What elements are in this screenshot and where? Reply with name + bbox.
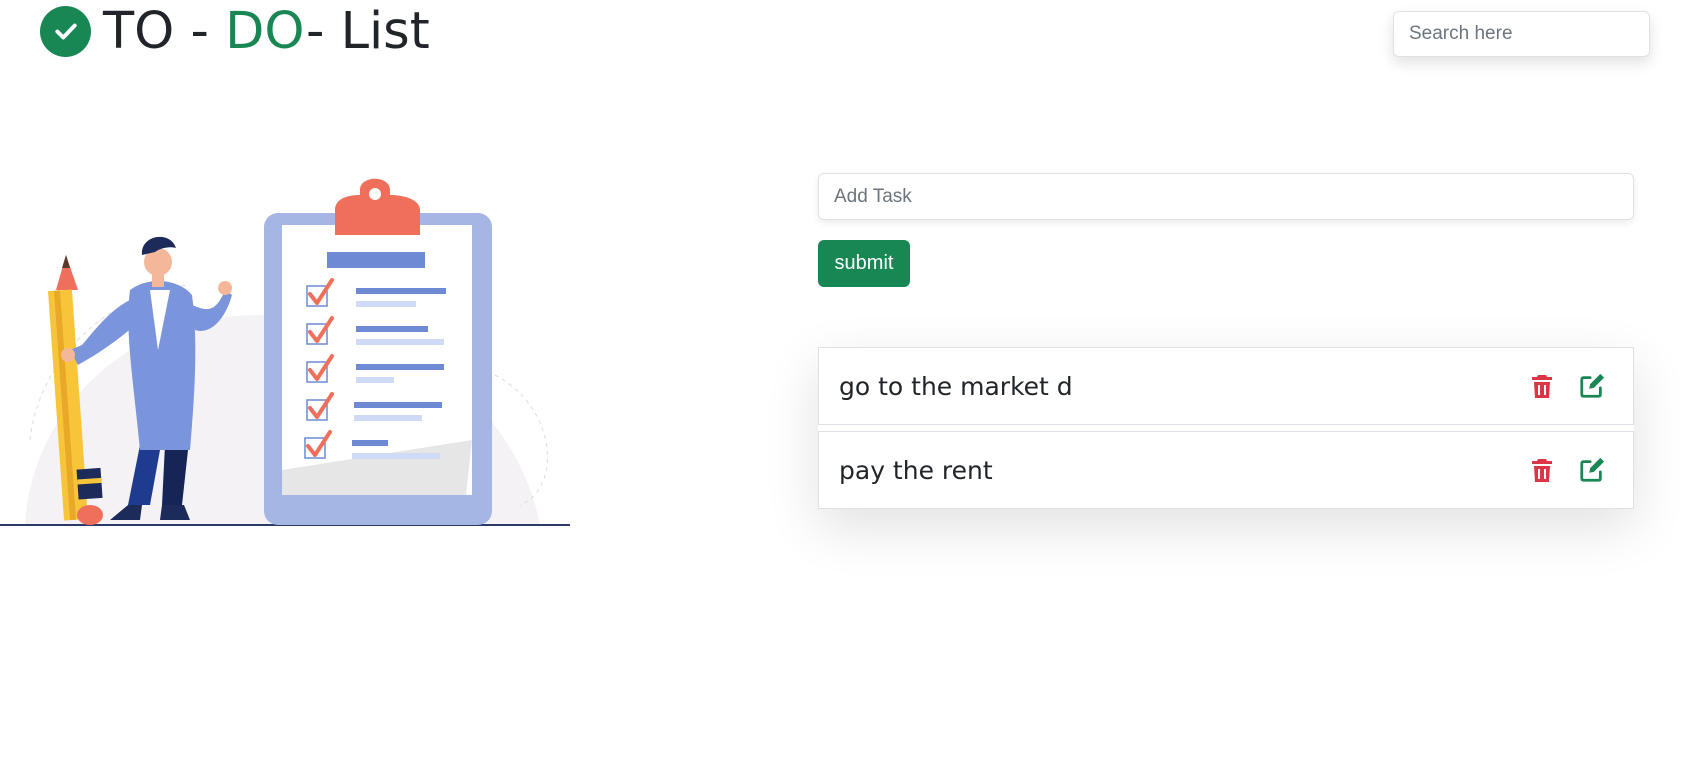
search-input[interactable] (1393, 11, 1650, 57)
task-actions (1529, 372, 1605, 400)
add-task-input[interactable] (818, 173, 1634, 220)
edit-icon[interactable] (1579, 372, 1605, 400)
task-list: go to the market d pay the rent (818, 347, 1634, 509)
task-text: pay the rent (839, 455, 993, 485)
task-actions (1529, 456, 1605, 484)
check-circle-icon (40, 5, 91, 57)
edit-icon[interactable] (1579, 456, 1605, 484)
trash-icon[interactable] (1529, 456, 1555, 484)
page-title: TO - DO- List (103, 6, 430, 57)
title-part-1: TO - (103, 1, 226, 61)
task-text: go to the market d (839, 371, 1073, 401)
title-part-2: - List (305, 1, 430, 61)
title-accent: DO (225, 1, 306, 61)
trash-icon[interactable] (1529, 372, 1555, 400)
submit-button[interactable]: submit (818, 240, 910, 287)
app-header: TO - DO- List (40, 0, 430, 62)
task-item: pay the rent (818, 431, 1634, 509)
task-item: go to the market d (818, 347, 1634, 425)
todo-illustration (0, 178, 570, 526)
